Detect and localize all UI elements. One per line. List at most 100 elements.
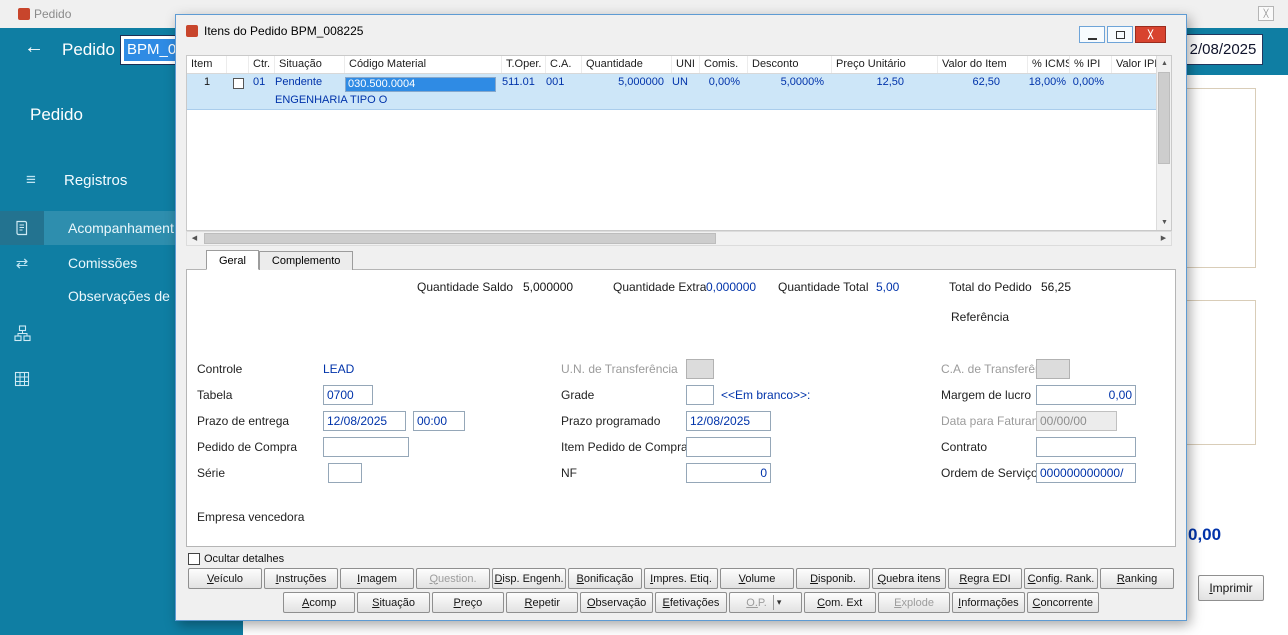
quantidade-total-label: Quantidade Total <box>778 280 869 294</box>
quantidade-extra-value: 0,000000 <box>706 280 757 294</box>
grid-col-header[interactable]: Situação <box>275 56 345 73</box>
com-ext-button[interactable]: Com. Ext <box>803 592 876 613</box>
op-button: O.P. ▾ <box>729 592 802 613</box>
margem-lucro-label: Margem de lucro <box>941 388 1032 402</box>
imagem-button[interactable]: Imagem <box>340 568 414 589</box>
grid-col-header[interactable]: Comis. <box>700 56 748 73</box>
grade-em-branco-hint: <<Em branco>>: <box>721 388 811 402</box>
veiculo-button[interactable]: Veículo <box>188 568 262 589</box>
nf-field[interactable]: 0 <box>686 463 771 483</box>
grid-icon <box>0 361 44 397</box>
quantidade-extra-label: Quantidade Extra <box>613 280 707 294</box>
transfer-arrows-icon: ⇄ <box>15 255 29 272</box>
grid-col-header[interactable]: Código Material <box>345 56 502 73</box>
row-select-cell[interactable] <box>227 74 249 92</box>
scroll-right-icon[interactable]: ▶ <box>1156 232 1171 245</box>
grid-col-header[interactable]: % IPI <box>1070 56 1112 73</box>
un-transferencia-field <box>686 359 714 379</box>
row-checkbox[interactable] <box>232 78 244 89</box>
row-situacao: Pendente <box>275 76 323 88</box>
ranking-button[interactable]: Ranking <box>1100 568 1174 589</box>
scroll-left-icon[interactable]: ◀ <box>187 232 202 245</box>
codigo-material-edit-field[interactable]: 030.500.0004 <box>345 77 496 92</box>
quebra-itens-button[interactable]: Quebra itens <box>872 568 946 589</box>
prazo-entrega-date-field[interactable]: 12/08/2025 <box>323 411 406 431</box>
table-row[interactable]: 1 01 Pendente 030.500.0004 511.01 001 5,… <box>187 74 1156 110</box>
grid-col-header[interactable]: C.A. <box>546 56 582 73</box>
horizontal-scrollbar[interactable]: ◀ ▶ <box>186 231 1172 246</box>
dialog-app-icon <box>186 25 198 37</box>
contrato-field[interactable] <box>1036 437 1136 457</box>
minimize-icon <box>1087 37 1097 40</box>
volume-button[interactable]: Volume <box>720 568 794 589</box>
informacoes-button[interactable]: Informações <box>952 592 1025 613</box>
vertical-scroll-thumb[interactable] <box>1158 72 1170 164</box>
grid-col-header[interactable]: T.Oper. <box>502 56 546 73</box>
vertical-scrollbar[interactable]: ▲ ▼ <box>1156 56 1171 230</box>
regra-edi-button[interactable]: Regra EDI <box>948 568 1022 589</box>
scroll-up-icon[interactable]: ▲ <box>1157 56 1171 71</box>
scroll-down-icon[interactable]: ▼ <box>1157 215 1171 230</box>
grid-col-header[interactable]: % ICMS <box>1028 56 1070 73</box>
ordem-servico-label: Ordem de Serviço <box>941 466 1038 480</box>
serie-field[interactable] <box>328 463 362 483</box>
row-item-number: 1 <box>203 76 211 88</box>
order-header-title: Pedido <box>62 40 115 59</box>
grid-col-header[interactable]: Preço Unitário <box>832 56 938 73</box>
grade-field[interactable] <box>686 385 714 405</box>
close-icon[interactable]: ╳ <box>1258 6 1274 21</box>
dialog-titlebar[interactable]: Itens do Pedido BPM_008225 ╳ <box>176 15 1186 48</box>
ocultar-detalhes-checkbox-row[interactable]: Ocultar detalhes <box>188 552 284 566</box>
op-dropdown-icon[interactable]: ▾ <box>772 595 785 610</box>
maximize-button[interactable] <box>1107 26 1133 43</box>
grid-col-header[interactable]: Quantidade <box>582 56 672 73</box>
grid-col-header[interactable]: Desconto <box>748 56 832 73</box>
row-codigo-material-cell[interactable]: 030.500.0004 <box>345 74 502 92</box>
detail-tabs: Geral Complemento <box>206 250 354 270</box>
tab-geral[interactable]: Geral <box>206 250 259 270</box>
tabela-field[interactable]: 0700 <box>323 385 373 405</box>
config-rank-button[interactable]: Config. Rank. <box>1024 568 1098 589</box>
tab-complemento[interactable]: Complemento <box>258 251 354 270</box>
print-button[interactable]: Imprimir <box>1198 575 1264 601</box>
margem-lucro-field[interactable]: 0,00 <box>1036 385 1136 405</box>
acomp-button[interactable]: Acomp <box>283 592 356 613</box>
prazo-entrega-time-field[interactable]: 00:00 <box>413 411 465 431</box>
prazo-programado-field[interactable]: 12/08/2025 <box>686 411 771 431</box>
disp-engenh-button[interactable]: Disp. Engenh. <box>492 568 566 589</box>
preco-button[interactable]: Preço <box>431 592 505 613</box>
grid-col-header[interactable]: Ctr. <box>249 56 275 73</box>
sidebar-item-label: Comissões <box>68 255 138 271</box>
minimize-button[interactable] <box>1079 26 1105 43</box>
ocultar-detalhes-checkbox[interactable] <box>188 553 200 565</box>
concorrente-button[interactable]: Concorrente <box>1026 592 1099 613</box>
horizontal-scroll-thumb[interactable] <box>204 233 716 244</box>
grid-col-header[interactable]: Valor do Item <box>938 56 1028 73</box>
efetivacoes-button[interactable]: Efetivações <box>654 592 728 613</box>
order-date-input[interactable]: 2/08/2025 <box>1183 34 1263 65</box>
grid-col-header[interactable]: Valor IPI <box>1112 56 1156 73</box>
controle-label: Controle <box>197 362 243 376</box>
background-panel <box>1180 300 1256 445</box>
repetir-button[interactable]: Repetir <box>506 592 579 613</box>
bonificacao-button[interactable]: Bonificação <box>568 568 642 589</box>
grid-col-header[interactable]: UNI <box>672 56 700 73</box>
data-faturamento-field: 00/00/00 <box>1036 411 1117 431</box>
disponib-button[interactable]: Disponib. <box>796 568 870 589</box>
grid-col-header[interactable] <box>227 56 249 73</box>
item-pedido-compra-field[interactable] <box>686 437 771 457</box>
close-button[interactable]: ╳ <box>1135 26 1166 43</box>
back-arrow-icon[interactable]: ← <box>24 36 44 59</box>
pedido-compra-field[interactable] <box>323 437 409 457</box>
observacao-button[interactable]: Observação <box>580 592 653 613</box>
ordem-servico-field[interactable]: 000000000000/ <box>1036 463 1136 483</box>
instrucoes-button[interactable]: Instruções <box>264 568 338 589</box>
grid-col-header[interactable]: Item <box>187 56 227 73</box>
impres-etiq-button[interactable]: Impres. Etiq. <box>644 568 718 589</box>
situacao-button[interactable]: Situação <box>357 592 430 613</box>
screen: Pedido ╳ ← Pedido BPM_0 2/08/2025 Pedido… <box>0 0 1288 635</box>
codigo-material-selected-text: 030.500.0004 <box>346 78 495 91</box>
row-ctr: 01 <box>253 76 266 88</box>
grid-header-row: Item Ctr. Situação Código Material T.Ope… <box>187 56 1156 74</box>
background-panel <box>1180 88 1256 268</box>
